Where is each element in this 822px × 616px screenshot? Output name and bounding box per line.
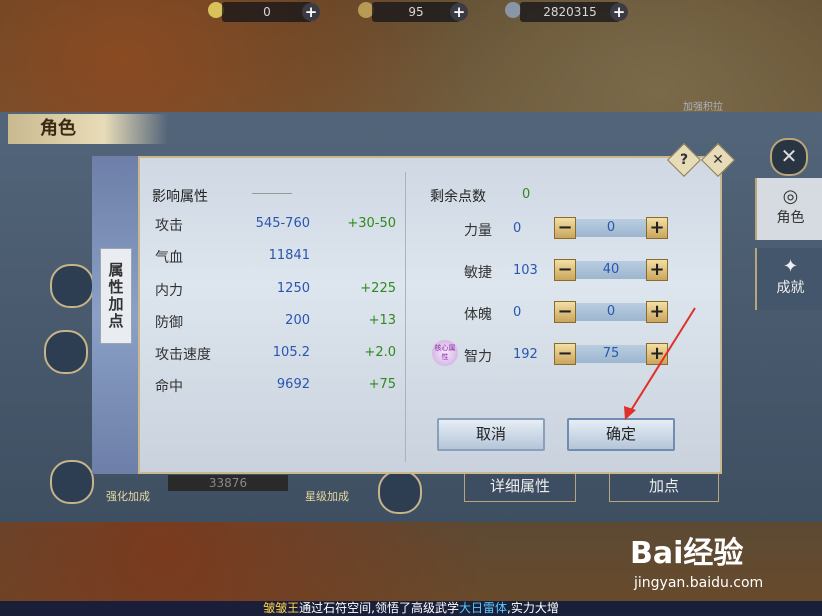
ticker-text: 通过石符空间,领悟了高级武学	[299, 601, 459, 615]
system-ticker: 皱皱王通过石符空间,领悟了高级武学大日雷体,实力大增	[0, 601, 822, 616]
ticker-player-name[interactable]: 皱皱王	[263, 601, 299, 615]
ticker-text-end: ,实力大增	[507, 601, 559, 615]
annotation-arrow	[624, 307, 696, 420]
ticker-skill[interactable]: 大日雷体	[459, 601, 507, 615]
baidu-watermark: Bai经验	[630, 536, 744, 571]
baidu-watermark-url: jingyan.baidu.com	[634, 575, 764, 591]
